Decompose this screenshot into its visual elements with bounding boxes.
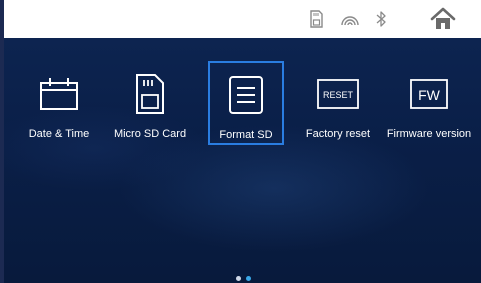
reset-icon-text: RESET xyxy=(323,90,354,100)
home-icon xyxy=(430,7,456,29)
menu-item-micro-sd-card[interactable]: Micro SD Card xyxy=(108,62,192,140)
status-bar xyxy=(0,0,481,38)
menu-item-factory-reset[interactable]: RESET Factory reset xyxy=(300,62,376,140)
settings-screen: Date & Time Micro SD Card Format SD RESE… xyxy=(0,0,481,283)
sd-card-icon xyxy=(308,10,326,28)
settings-menu-panel: Date & Time Micro SD Card Format SD RESE… xyxy=(0,38,481,283)
menu-item-date-time[interactable]: Date & Time xyxy=(20,62,98,140)
wifi-signal-icon xyxy=(340,10,359,28)
menu-item-format-sd[interactable]: Format SD xyxy=(208,61,284,145)
page-dot-1[interactable] xyxy=(236,276,241,281)
home-button[interactable] xyxy=(430,7,456,31)
menu-item-label: Date & Time xyxy=(28,128,90,140)
calendar-icon xyxy=(37,72,81,116)
firmware-icon-text: FW xyxy=(418,87,441,103)
menu-item-label: Firmware version xyxy=(386,128,472,140)
page-indicator xyxy=(236,276,251,281)
menu-item-label: Factory reset xyxy=(305,128,371,140)
bluetooth-icon xyxy=(374,10,392,28)
menu-item-label: Micro SD Card xyxy=(113,128,187,140)
reset-icon: RESET xyxy=(316,72,360,116)
menu-item-label: Format SD xyxy=(219,129,273,141)
menu-item-firmware-version[interactable]: FW Firmware version xyxy=(384,62,474,140)
page-dot-2-active[interactable] xyxy=(246,276,251,281)
firmware-icon: FW xyxy=(407,72,451,116)
list-icon xyxy=(224,73,268,117)
sd-card-icon xyxy=(128,72,172,116)
